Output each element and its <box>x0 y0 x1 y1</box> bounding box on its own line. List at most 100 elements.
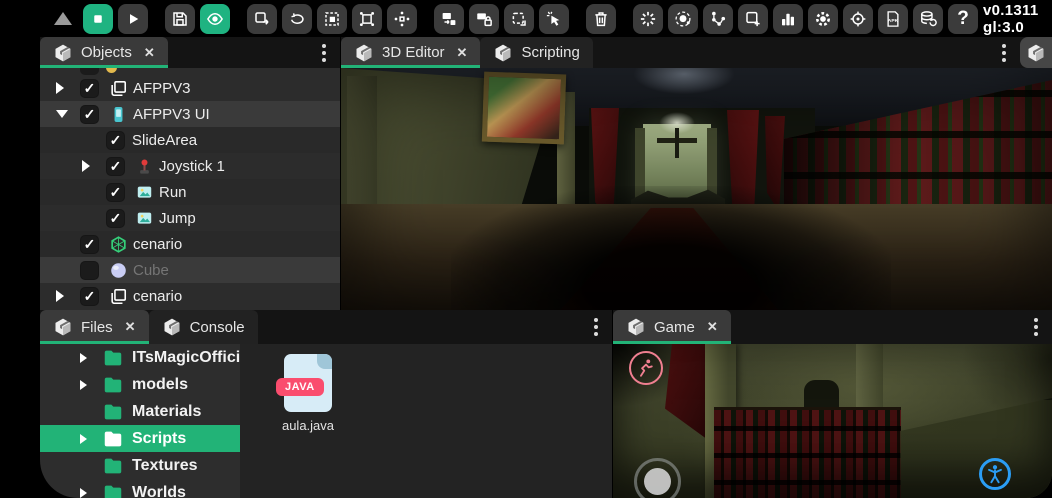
tab-objects[interactable]: Objects <box>40 37 168 68</box>
file-browser[interactable]: JAVA aula.java <box>240 344 612 498</box>
tab-console[interactable]: Console <box>149 310 258 344</box>
tab-files-close-icon[interactable] <box>125 319 136 335</box>
stop-button[interactable] <box>83 4 113 34</box>
tree-row-partial[interactable] <box>40 68 340 75</box>
tree-row-run[interactable]: Run <box>40 179 340 205</box>
rotate-object-button[interactable] <box>247 4 277 34</box>
tab-3d-editor-close-icon[interactable] <box>457 45 468 61</box>
tree-row-afppv3[interactable]: AFPPV3 <box>40 75 340 101</box>
collapse-toolbar-icon[interactable] <box>54 12 72 25</box>
expand-arrow-icon[interactable] <box>56 82 80 94</box>
visibility-checkbox[interactable] <box>80 235 99 254</box>
tree-row-cenario-2[interactable]: cenario <box>40 283 340 309</box>
tab-game-close-icon[interactable] <box>707 319 718 335</box>
node-graph-button[interactable] <box>703 4 733 34</box>
rect-handles-button[interactable] <box>352 4 382 34</box>
folder-label: ITsMagicOfficia <box>132 349 240 367</box>
tree-row-afppv3-ui[interactable]: AFPPV3 UI <box>40 101 340 127</box>
expand-arrow-icon[interactable] <box>80 380 102 390</box>
visibility-checkbox[interactable] <box>106 183 125 202</box>
person-icon <box>984 463 1006 485</box>
ui-panel-icon <box>109 105 128 124</box>
editor-menu-button[interactable] <box>988 38 1020 68</box>
cube-logo-icon <box>53 317 73 337</box>
delete-button[interactable] <box>586 4 616 34</box>
visibility-checkbox[interactable] <box>106 157 125 176</box>
tree-row-cenario[interactable]: cenario <box>40 231 340 257</box>
folder-row-textures[interactable]: Textures <box>40 452 240 479</box>
tab-files[interactable]: Files <box>40 310 149 344</box>
expand-arrow-icon[interactable] <box>80 434 102 444</box>
layers-icon <box>109 287 128 306</box>
3d-viewport[interactable] <box>341 68 1052 310</box>
tree-row-joystick[interactable]: Joystick 1 <box>40 153 340 179</box>
expand-arrow-icon[interactable] <box>82 160 106 172</box>
play-button[interactable] <box>118 4 148 34</box>
files-menu-button[interactable] <box>580 312 612 342</box>
tab-scripting[interactable]: Scripting <box>480 37 592 68</box>
bar-chart-icon <box>779 10 797 28</box>
image-icon <box>135 183 154 202</box>
virtual-joystick[interactable] <box>634 458 681 498</box>
collapse-arrow-icon[interactable] <box>56 110 80 118</box>
folder-row-models[interactable]: models <box>40 371 240 398</box>
game-viewport[interactable] <box>613 344 1052 498</box>
runner-icon <box>635 357 657 379</box>
database-refresh-icon <box>919 10 937 28</box>
lock-object-button[interactable] <box>469 4 499 34</box>
folder-row-worlds[interactable]: Worlds <box>40 479 240 498</box>
visibility-checkbox[interactable] <box>80 79 99 98</box>
hidden-tab-button[interactable] <box>1020 37 1052 68</box>
file-item-aula-java[interactable]: JAVA aula.java <box>272 354 344 433</box>
objects-menu-button[interactable] <box>308 38 340 68</box>
help-button[interactable]: ? <box>948 4 978 34</box>
folder-row-scripts[interactable]: Scripts <box>40 425 240 452</box>
visibility-checkbox[interactable] <box>80 261 99 280</box>
settings-button[interactable] <box>808 4 838 34</box>
visibility-checkbox[interactable] <box>106 131 125 150</box>
tree-row-label: Joystick 1 <box>159 158 225 175</box>
folder-row-materials[interactable]: Materials <box>40 398 240 425</box>
tab-objects-close-icon[interactable] <box>144 45 155 61</box>
save-button[interactable] <box>165 4 195 34</box>
orbit-rotate-button[interactable] <box>282 4 312 34</box>
folder-row-itsmagicofficia[interactable]: ITsMagicOfficia <box>40 344 240 371</box>
expand-arrow-icon[interactable] <box>80 353 102 363</box>
tab-game[interactable]: Game <box>613 310 731 344</box>
database-sync-button[interactable] <box>913 4 943 34</box>
environment-button[interactable] <box>668 4 698 34</box>
tab-objects-label: Objects <box>81 44 132 61</box>
visibility-checkbox[interactable] <box>106 209 125 228</box>
visibility-checkbox[interactable] <box>80 105 99 124</box>
eye-icon <box>206 10 224 28</box>
folder-icon <box>102 455 124 477</box>
tree-row-cube[interactable]: Cube <box>40 257 340 283</box>
image-icon <box>135 209 154 228</box>
statistics-button[interactable] <box>773 4 803 34</box>
run-control-button[interactable] <box>629 351 663 385</box>
editor-tabbar: 3D Editor Scripting <box>341 37 1052 68</box>
expand-arrow-icon[interactable] <box>80 488 102 498</box>
tree-row-jump[interactable]: Jump <box>40 205 340 231</box>
build-target-button[interactable] <box>843 4 873 34</box>
tab-3d-editor[interactable]: 3D Editor <box>341 37 480 68</box>
scale-object-button[interactable] <box>317 4 347 34</box>
editor-panel: 3D Editor Scripting <box>341 37 1052 310</box>
visibility-checkbox[interactable] <box>80 287 99 306</box>
move-object-button[interactable] <box>387 4 417 34</box>
game-menu-button[interactable] <box>1020 312 1052 342</box>
expand-arrow-icon[interactable] <box>56 290 80 302</box>
tree-row-slidearea[interactable]: SlideArea <box>40 127 340 153</box>
cube-logo-icon <box>53 43 73 63</box>
add-object-button[interactable] <box>738 4 768 34</box>
flare-effects-button[interactable] <box>633 4 663 34</box>
tab-3d-editor-label: 3D Editor <box>382 44 445 61</box>
duplicate-object-button[interactable] <box>434 4 464 34</box>
paste-object-button[interactable] <box>504 4 534 34</box>
export-apk-button[interactable] <box>878 4 908 34</box>
preview-eye-button[interactable] <box>200 4 230 34</box>
accessibility-icon[interactable] <box>979 458 1011 490</box>
target-icon <box>849 10 867 28</box>
scene-vignette <box>341 68 1052 310</box>
touch-add-button[interactable] <box>539 4 569 34</box>
